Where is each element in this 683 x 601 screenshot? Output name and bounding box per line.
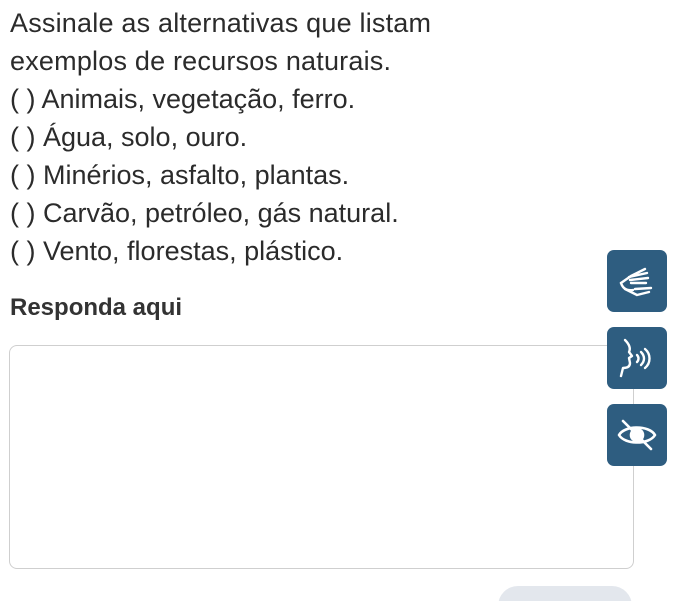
hide-content-button[interactable]	[607, 404, 667, 466]
sign-language-button[interactable]	[607, 250, 667, 312]
option-item[interactable]: ( ) Água, solo, ouro.	[10, 118, 399, 156]
option-item[interactable]: ( ) Animais, vegetação, ferro.	[10, 80, 399, 118]
audio-reader-button[interactable]	[607, 327, 667, 389]
options-list: ( ) Animais, vegetação, ferro. ( ) Água,…	[10, 80, 399, 270]
question-line-1: Assinale as alternativas que listam	[10, 8, 432, 38]
sign-language-hands-icon	[619, 267, 653, 297]
eye-slash-icon	[617, 419, 657, 451]
option-item[interactable]: ( ) Vento, florestas, plástico.	[10, 232, 399, 270]
bottom-action-button[interactable]	[498, 586, 632, 601]
option-item[interactable]: ( ) Minérios, asfalto, plantas.	[10, 156, 399, 194]
answer-label: Responda aqui	[10, 294, 183, 321]
option-item[interactable]: ( ) Carvão, petróleo, gás natural.	[10, 194, 399, 232]
speaking-head-audio-icon	[619, 338, 651, 378]
answer-text-area[interactable]	[9, 345, 634, 569]
question-text: Assinale as alternativas que listam exem…	[10, 4, 530, 80]
question-line-2: exemplos de recursos naturais.	[10, 46, 392, 76]
